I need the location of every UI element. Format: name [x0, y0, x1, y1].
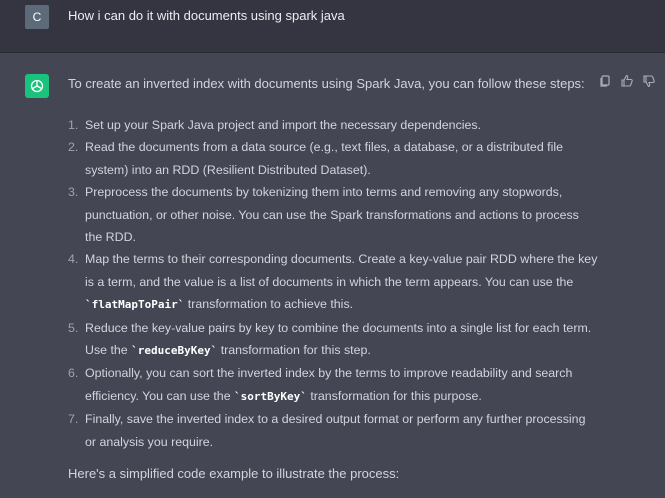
list-item: 7. Finally, save the inverted index to a… [68, 408, 598, 453]
list-item-number: 3. [68, 185, 79, 200]
list-item-text: Map the terms to their corresponding doc… [85, 252, 598, 289]
openai-logo-icon [30, 79, 44, 93]
user-avatar: C [25, 5, 49, 29]
list-item-text-tail: transformation to achieve this. [184, 297, 354, 312]
list-item-text: Set up your Spark Java project and impor… [85, 118, 482, 132]
message-actions [598, 74, 658, 90]
steps-list: 1. Set up your Spark Java project and im… [68, 114, 598, 453]
thumbs-down-icon[interactable] [642, 74, 658, 90]
list-item: 1. Set up your Spark Java project and im… [68, 114, 598, 136]
list-item-number: 4. [68, 252, 79, 267]
assistant-outro-text: Here's a simplified code example to illu… [68, 466, 400, 481]
list-item-number: 5. [68, 320, 79, 335]
inline-code: `sortByKey` [234, 389, 307, 403]
assistant-intro-text: To create an inverted index with documen… [68, 76, 585, 91]
copy-icon[interactable] [598, 74, 614, 90]
inline-code: `reduceByKey` [131, 344, 218, 358]
inline-code: `flatMapToPair` [85, 298, 185, 312]
list-item: 4. Map the terms to their corresponding … [68, 248, 598, 316]
list-item-number: 2. [68, 140, 79, 155]
list-item-text: Read the documents from a data source (e… [85, 140, 563, 177]
list-item: 2. Read the documents from a data source… [68, 136, 598, 181]
list-item-number: 6. [68, 366, 79, 381]
list-item-number: 7. [68, 412, 79, 427]
list-item-text: Finally, save the inverted index to a de… [85, 412, 586, 449]
user-message-text: How i can do it with documents using spa… [68, 8, 345, 23]
assistant-avatar [25, 74, 49, 98]
thumbs-up-icon[interactable] [620, 74, 636, 90]
list-item-text: Preprocess the documents by tokenizing t… [85, 185, 579, 245]
list-item-number: 1. [68, 118, 79, 132]
list-item-text-tail: transformation for this step. [217, 343, 371, 358]
list-item-text-tail: transformation for this purpose. [306, 388, 482, 403]
list-item: 3. Preprocess the documents by tokenizin… [68, 181, 598, 248]
user-message-row: C How i can do it with documents using s… [0, 0, 665, 53]
list-item: 6. Optionally, you can sort the inverted… [68, 362, 598, 408]
list-item: 5. Reduce the key-value pairs by key to … [68, 317, 598, 363]
